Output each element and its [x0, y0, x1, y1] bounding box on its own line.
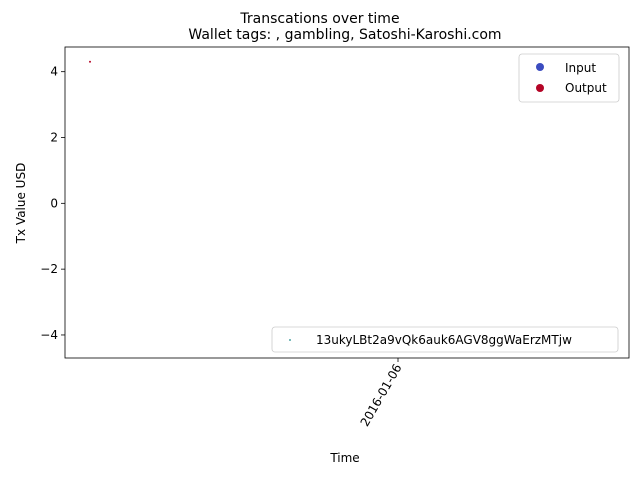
legend-output-marker — [536, 84, 544, 92]
x-axis: 2016-01-06 — [358, 358, 405, 429]
data-point-output — [89, 60, 91, 63]
data-points — [89, 60, 91, 63]
legend-input-marker — [536, 63, 544, 71]
chart-title: Wallet tags: , gambling, Satoshi-Karoshi… — [188, 27, 501, 43]
chart-suptitle: Transcations over time — [239, 11, 399, 27]
y-tick-label: 0 — [50, 196, 58, 210]
legend-input-label: Input — [565, 61, 596, 75]
y-axis: 4 2 0 −2 −4 — [40, 65, 65, 342]
x-tick-label: 2016-01-06 — [358, 362, 405, 429]
x-axis-label: Time — [329, 451, 359, 465]
chart: Transcations over time Wallet tags: , ga… — [14, 11, 630, 465]
legend-wallet-label: 13ukyLBt2a9vQk6auk6AGV8ggWaErzMTjw — [316, 333, 572, 347]
y-axis-label: Tx Value USD — [14, 163, 28, 245]
legend-output-label: Output — [565, 81, 607, 95]
legend-wallet-marker — [289, 339, 291, 341]
legend-main: Input Output — [518, 53, 620, 103]
legend-wallet: 13ukyLBt2a9vQk6auk6AGV8ggWaErzMTjw — [271, 326, 619, 353]
y-tick-label: −4 — [40, 328, 58, 342]
y-tick-label: 2 — [50, 131, 58, 145]
y-tick-label: −2 — [40, 262, 58, 276]
y-tick-label: 4 — [50, 65, 58, 79]
